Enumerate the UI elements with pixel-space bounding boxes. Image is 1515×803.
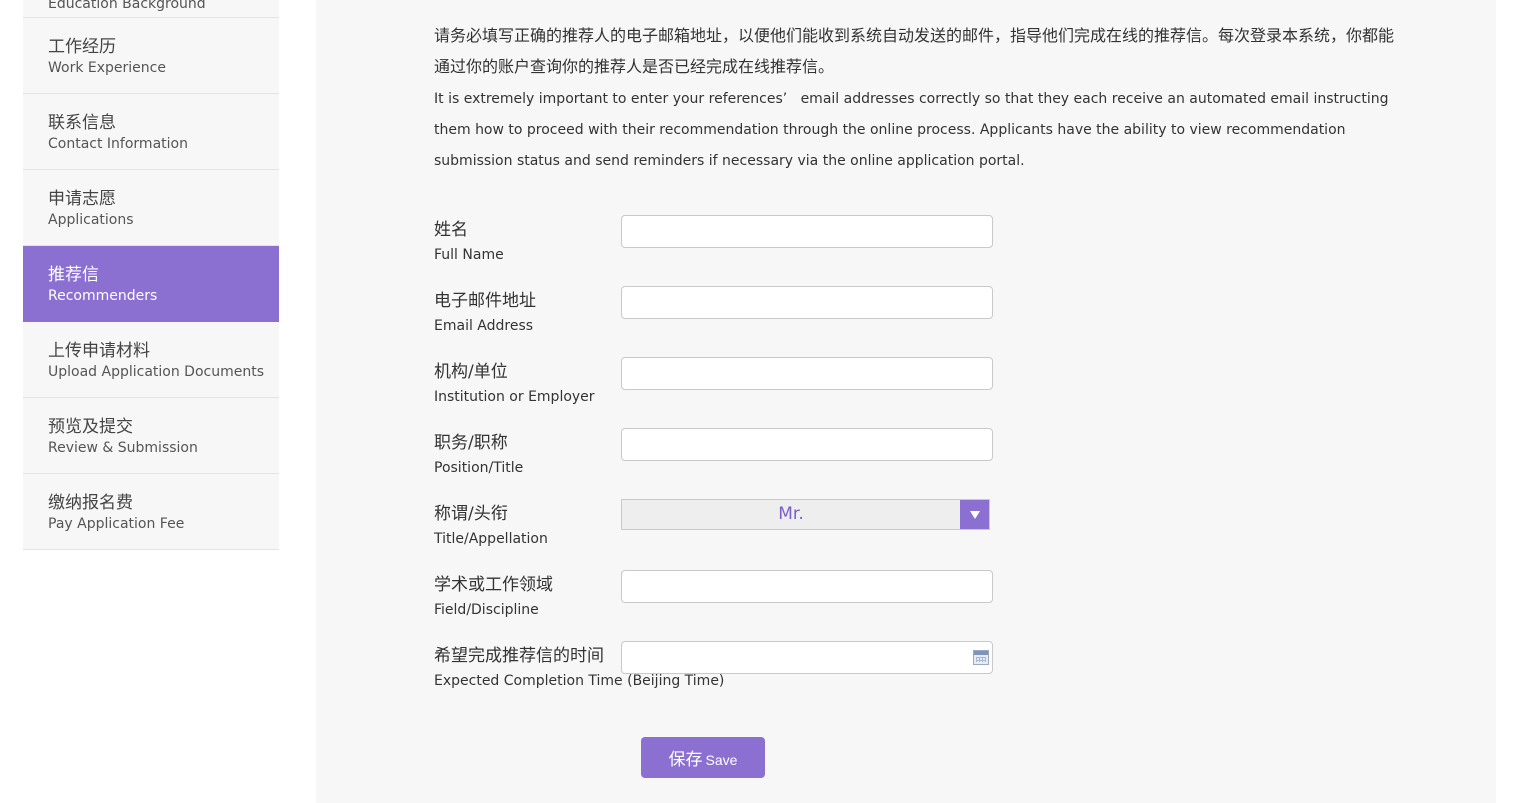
save-button-label-en: Save bbox=[705, 752, 738, 768]
institution-label-en: Institution or Employer bbox=[434, 389, 595, 405]
full-name-label-en: Full Name bbox=[434, 247, 504, 263]
sidebar-item-label-zh: 预览及提交 bbox=[48, 417, 133, 437]
save-button[interactable]: 保存 Save bbox=[641, 737, 765, 778]
sidebar-item-label-zh: 申请志愿 bbox=[48, 189, 116, 209]
email-label-en: Email Address bbox=[434, 318, 534, 334]
position-input[interactable] bbox=[621, 428, 993, 461]
field-discipline-label: 学术或工作领域 Field/Discipline bbox=[434, 574, 553, 621]
sidebar-item-contact-information[interactable]: 联系信息 Contact Information bbox=[23, 94, 279, 170]
dropdown-arrow-icon[interactable] bbox=[960, 500, 989, 529]
sidebar-item-upload-documents[interactable]: 上传申请材料 Upload Application Documents bbox=[23, 322, 279, 398]
institution-input[interactable] bbox=[621, 357, 993, 390]
sidebar-item-label-zh: 工作经历 bbox=[48, 37, 116, 57]
full-name-input[interactable] bbox=[621, 215, 993, 248]
appellation-label-en: Title/Appellation bbox=[434, 531, 548, 547]
full-name-label: 姓名 Full Name bbox=[434, 219, 504, 266]
appellation-selected-value: Mr. bbox=[778, 504, 804, 524]
field-discipline-input[interactable] bbox=[621, 570, 993, 603]
full-name-label-zh: 姓名 bbox=[434, 220, 468, 240]
email-label: 电子邮件地址 Email Address bbox=[434, 290, 536, 337]
institution-label: 机构/单位 Institution or Employer bbox=[434, 361, 595, 408]
sidebar-item-label-zh: 缴纳报名费 bbox=[48, 493, 133, 513]
intro-text-zh: 请务必填写正确的推荐人的电子邮箱地址，以便他们能收到系统自动发送的邮件，指导他们… bbox=[434, 26, 1395, 76]
completion-time-input[interactable] bbox=[621, 641, 993, 674]
sidebar-item-label-en: Review & Submission bbox=[48, 440, 198, 456]
sidebar-item-review-submission[interactable]: 预览及提交 Review & Submission bbox=[23, 398, 279, 474]
email-input[interactable] bbox=[621, 286, 993, 319]
appellation-label-zh: 称谓/头衔 bbox=[434, 504, 508, 524]
sidebar-item-label-zh: 联系信息 bbox=[48, 113, 116, 133]
sidebar-item-label-en: Work Experience bbox=[48, 60, 166, 76]
save-button-label-zh: 保存 bbox=[668, 750, 703, 769]
intro-text-en: It is extremely important to enter your … bbox=[434, 91, 1389, 169]
institution-label-zh: 机构/单位 bbox=[434, 362, 508, 382]
sidebar-item-label-zh: 上传申请材料 bbox=[48, 341, 150, 361]
recommender-form-panel: 请务必填写正确的推荐人的电子邮箱地址，以便他们能收到系统自动发送的邮件，指导他们… bbox=[316, 0, 1496, 803]
sidebar-item-education-background[interactable]: Education Background bbox=[23, 0, 279, 18]
position-label-zh: 职务/职称 bbox=[434, 433, 508, 453]
sidebar-item-work-experience[interactable]: 工作经历 Work Experience bbox=[23, 18, 279, 94]
position-label-en: Position/Title bbox=[434, 460, 524, 476]
calendar-icon[interactable] bbox=[973, 650, 989, 665]
sidebar-item-label-en: Upload Application Documents bbox=[48, 364, 265, 380]
sidebar-item-recommenders[interactable]: 推荐信 Recommenders bbox=[23, 246, 279, 322]
field-discipline-label-zh: 学术或工作领域 bbox=[434, 575, 553, 595]
sidebar-item-applications[interactable]: 申请志愿 Applications bbox=[23, 170, 279, 246]
email-label-zh: 电子邮件地址 bbox=[434, 291, 536, 311]
sidebar-nav: Education Background 工作经历 Work Experienc… bbox=[23, 0, 279, 550]
sidebar-item-label-zh: 推荐信 bbox=[48, 265, 99, 285]
position-label: 职务/职称 Position/Title bbox=[434, 432, 523, 479]
appellation-select[interactable]: Mr. bbox=[621, 499, 990, 530]
sidebar-item-label-en: Recommenders bbox=[48, 288, 158, 304]
sidebar-item-label-en: Education Background bbox=[48, 0, 206, 12]
sidebar-item-pay-fee[interactable]: 缴纳报名费 Pay Application Fee bbox=[23, 474, 279, 550]
appellation-label: 称谓/头衔 Title/Appellation bbox=[434, 503, 548, 550]
sidebar-item-label-en: Applications bbox=[48, 212, 134, 228]
field-discipline-label-en: Field/Discipline bbox=[434, 602, 539, 618]
sidebar-item-label-en: Pay Application Fee bbox=[48, 516, 185, 532]
intro-notice: 请务必填写正确的推荐人的电子邮箱地址，以便他们能收到系统自动发送的邮件，指导他们… bbox=[434, 20, 1394, 177]
sidebar-item-label-en: Contact Information bbox=[48, 136, 188, 152]
